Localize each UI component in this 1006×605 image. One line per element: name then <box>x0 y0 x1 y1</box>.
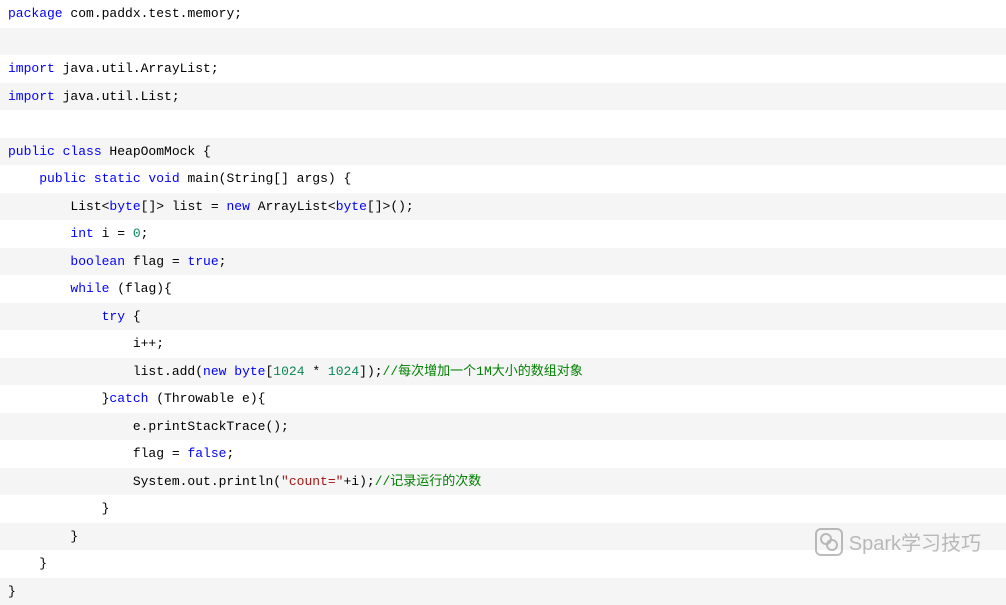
code-token: //每次增加一个1M大小的数组对象 <box>383 364 583 379</box>
code-token: package <box>8 6 70 21</box>
code-token: e.printStackTrace(); <box>8 419 289 434</box>
code-token: 1024 <box>328 364 359 379</box>
code-token <box>8 281 70 296</box>
code-token: } <box>8 391 109 406</box>
code-token: catch <box>109 391 156 406</box>
code-token: //记录运行的次数 <box>375 474 482 489</box>
code-token: flag = <box>133 254 188 269</box>
code-token <box>8 226 70 241</box>
code-token: } <box>8 501 109 516</box>
code-line: e.printStackTrace(); <box>0 413 1006 441</box>
code-line: public class HeapOomMock { <box>0 138 1006 166</box>
code-token: new <box>226 199 257 214</box>
code-token: byte <box>109 199 140 214</box>
code-token: false <box>187 446 226 461</box>
code-line: package com.paddx.test.memory; <box>0 0 1006 28</box>
code-token: java.util.List; <box>63 89 180 104</box>
code-token: byte <box>336 199 367 214</box>
code-token: List< <box>8 199 109 214</box>
code-token: } <box>8 529 78 544</box>
code-line: } <box>0 578 1006 605</box>
code-line: } <box>0 495 1006 523</box>
code-line: }catch (Throwable e){ <box>0 385 1006 413</box>
code-line: flag = false; <box>0 440 1006 468</box>
code-line <box>0 110 1006 138</box>
code-token: new <box>203 364 234 379</box>
code-token: import <box>8 89 63 104</box>
code-token: public class <box>8 144 109 159</box>
code-token: "count=" <box>281 474 343 489</box>
code-line: try { <box>0 303 1006 331</box>
code-token: i++; <box>8 336 164 351</box>
code-token: list.add( <box>8 364 203 379</box>
code-line: int i = 0; <box>0 220 1006 248</box>
code-token: ; <box>141 226 149 241</box>
code-token: ArrayList< <box>258 199 336 214</box>
code-token: public static void <box>39 171 187 186</box>
code-token: } <box>8 556 47 571</box>
code-token: ; <box>226 446 234 461</box>
code-token: ]); <box>359 364 382 379</box>
code-token <box>8 254 70 269</box>
code-line: i++; <box>0 330 1006 358</box>
code-token: try <box>102 309 133 324</box>
code-line: System.out.println("count="+i);//记录运行的次数 <box>0 468 1006 496</box>
code-token: boolean <box>70 254 132 269</box>
code-token: import <box>8 61 63 76</box>
code-token: * <box>305 364 328 379</box>
code-token: 0 <box>133 226 141 241</box>
code-token: i = <box>102 226 133 241</box>
code-token: 1024 <box>273 364 304 379</box>
code-token: main(String[] args) { <box>187 171 351 186</box>
code-line: List<byte[]> list = new ArrayList<byte[]… <box>0 193 1006 221</box>
code-token: ; <box>219 254 227 269</box>
code-line <box>0 28 1006 56</box>
wechat-icon <box>815 528 843 556</box>
code-token: System.out.println( <box>8 474 281 489</box>
code-token: { <box>133 309 141 324</box>
code-token: +i); <box>343 474 374 489</box>
code-token: (Throwable e){ <box>156 391 265 406</box>
code-token: com.paddx.test.memory; <box>70 6 242 21</box>
code-token: } <box>8 584 16 599</box>
code-token: true <box>187 254 218 269</box>
code-line: while (flag){ <box>0 275 1006 303</box>
code-token: int <box>70 226 101 241</box>
code-token <box>8 171 39 186</box>
code-line: list.add(new byte[1024 * 1024]);//每次增加一个… <box>0 358 1006 386</box>
code-token: java.util.ArrayList; <box>63 61 219 76</box>
code-token: flag = <box>8 446 187 461</box>
code-token <box>8 309 102 324</box>
code-line: public static void main(String[] args) { <box>0 165 1006 193</box>
code-token: (flag){ <box>117 281 172 296</box>
code-token: []>(); <box>367 199 414 214</box>
code-line: import java.util.List; <box>0 83 1006 111</box>
code-block: package com.paddx.test.memory; import ja… <box>0 0 1006 605</box>
code-token: while <box>70 281 117 296</box>
code-line: boolean flag = true; <box>0 248 1006 276</box>
code-token: byte <box>234 364 265 379</box>
code-token: HeapOomMock { <box>109 144 210 159</box>
code-token: []> list = <box>141 199 227 214</box>
code-line: import java.util.ArrayList; <box>0 55 1006 83</box>
watermark: Spark学习技巧 <box>815 527 981 556</box>
watermark-text: Spark学习技巧 <box>849 527 981 556</box>
